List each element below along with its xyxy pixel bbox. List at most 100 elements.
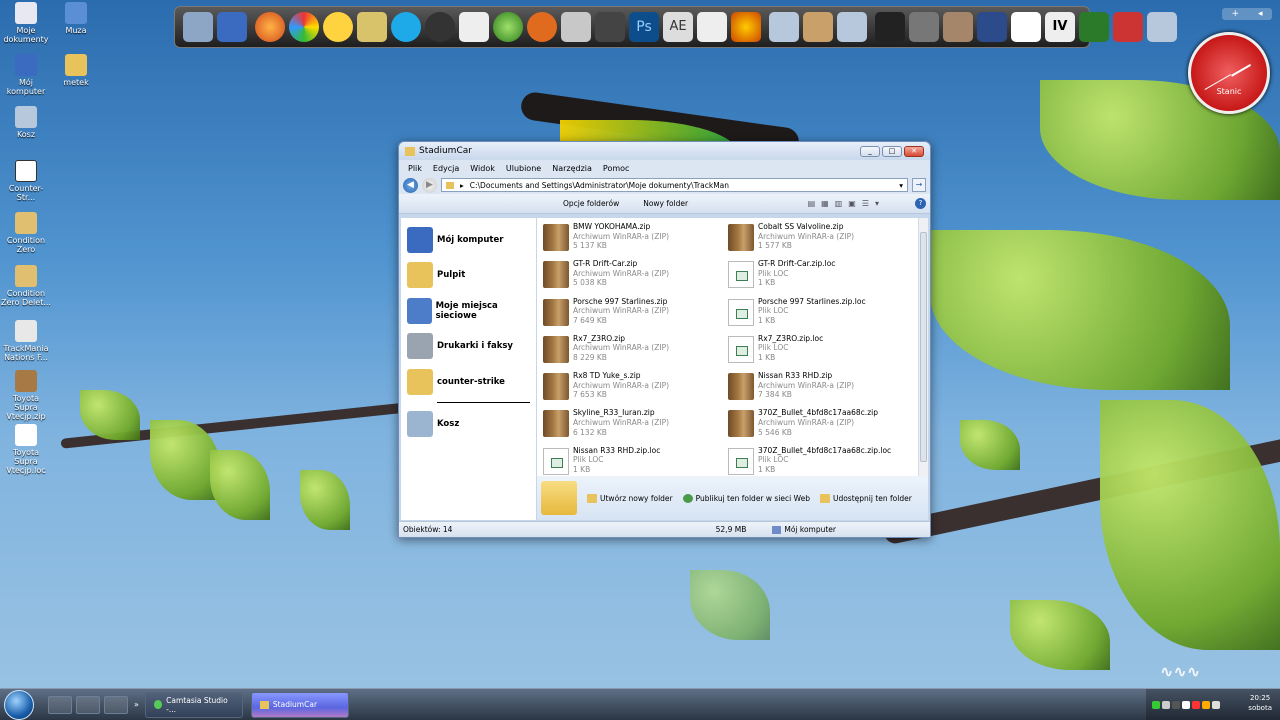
desktop-icon-condition-zero-deleted[interactable]: Condition Zero Delet... <box>0 265 52 307</box>
winrar-icon[interactable] <box>803 12 833 42</box>
file-item[interactable]: Porsche 997 Starlines.zip.loc Plik LOC 1 K… <box>728 297 913 334</box>
paw-icon[interactable] <box>527 12 557 42</box>
skype-icon[interactable] <box>391 12 421 42</box>
chevron-down-icon[interactable]: ▾ <box>899 181 903 190</box>
counter-strike-icon[interactable] <box>977 12 1007 42</box>
search-icon[interactable] <box>357 12 387 42</box>
nav-item-printers[interactable]: Drukarki i faksy <box>401 329 536 365</box>
go-button[interactable]: → <box>912 178 926 192</box>
game-icon[interactable] <box>1113 12 1143 42</box>
desktop-icon-trackmania[interactable]: TrackMania Nations F... <box>0 320 52 362</box>
gta-iv-icon[interactable]: IV <box>1045 12 1075 42</box>
after-effects-icon[interactable]: AE <box>663 12 693 42</box>
file-item[interactable]: 370Z_Bullet_4bfd8c17aa68c.zip Archiwum Wi… <box>728 408 913 445</box>
nfs-icon[interactable] <box>875 12 905 42</box>
view-tiles-icon[interactable]: ☰ <box>862 199 869 208</box>
game-99-icon[interactable] <box>561 12 591 42</box>
file-item[interactable]: Porsche 997 Starlines.zip Archiwum WinRAR… <box>543 297 728 334</box>
desktop-icon-recycle-bin[interactable]: Kosz <box>0 106 52 139</box>
steam-icon[interactable] <box>1172 701 1180 709</box>
game-face-icon[interactable] <box>943 12 973 42</box>
minimize-button[interactable]: _ <box>860 145 880 157</box>
file-item[interactable]: Rx7_Z3RO.zip Archiwum WinRAR-a (ZIP) 8 229… <box>543 334 728 371</box>
network-icon[interactable] <box>323 12 353 42</box>
file-item[interactable]: Rx8 TD Yuke_s.zip Archiwum WinRAR-a (ZIP)… <box>543 371 728 408</box>
view-icons-icon[interactable]: ▤ <box>808 199 816 208</box>
desktop-icon-metek[interactable]: metek <box>50 54 102 87</box>
recycle-bin-icon[interactable] <box>1147 12 1177 42</box>
tray-app-icon[interactable] <box>1202 701 1210 709</box>
nav-item-network[interactable]: Moje miejsca sieciowe <box>401 293 536 329</box>
close-button[interactable]: ✕ <box>904 145 924 157</box>
computer-icon[interactable] <box>217 12 247 42</box>
folder-icon[interactable] <box>183 12 213 42</box>
maximize-button[interactable]: □ <box>882 145 902 157</box>
green-orb-icon[interactable] <box>493 12 523 42</box>
task-new-folder[interactable]: Utwórz nowy folder <box>587 493 673 503</box>
chevron-down-icon[interactable]: ▾ <box>875 199 879 208</box>
xfire-icon[interactable] <box>459 12 489 42</box>
task-publish-web[interactable]: Publikuj ten folder w sieci Web <box>682 493 810 503</box>
clapperboard-icon[interactable] <box>697 12 727 42</box>
folder-icon[interactable] <box>769 12 799 42</box>
view-list-icon[interactable]: ▦ <box>821 199 829 208</box>
desktop-icon-condition-zero[interactable]: Condition Zero <box>0 212 52 254</box>
menu-edit[interactable]: Edycja <box>433 164 459 173</box>
desktop-icon-toyota-zip[interactable]: Toyota Supra Vtecjp.zip <box>0 370 52 421</box>
view-details-icon[interactable]: ▥ <box>835 199 843 208</box>
volume-icon[interactable] <box>1162 701 1170 709</box>
steam-icon[interactable] <box>425 12 455 42</box>
media-icon[interactable] <box>104 695 128 714</box>
vertical-scrollbar[interactable] <box>918 218 928 476</box>
nav-item-desktop[interactable]: Pulpit <box>401 258 536 294</box>
sidebar-controls[interactable]: + ◂ <box>1222 8 1272 20</box>
file-item[interactable]: GT-R Drift-Car.zip.loc Plik LOC 1 KB <box>728 259 913 296</box>
network-icon[interactable] <box>1152 701 1160 709</box>
nav-item-my-computer[interactable]: Mój komputer <box>401 222 536 258</box>
menu-file[interactable]: Plik <box>408 164 422 173</box>
clock-widget[interactable]: Stanic <box>1188 32 1270 114</box>
counter-strike-icon[interactable] <box>1011 12 1041 42</box>
tray-app-icon[interactable] <box>1182 701 1190 709</box>
new-folder-button[interactable]: Nowy folder <box>643 199 688 208</box>
view-thumbnails-icon[interactable]: ▣ <box>848 199 856 208</box>
address-input[interactable]: ▸ C:\Documents and Settings\Administrato… <box>441 178 908 192</box>
firefox-icon[interactable] <box>255 12 285 42</box>
tray-app-icon[interactable] <box>1192 701 1200 709</box>
tray-app-icon[interactable] <box>1212 701 1220 709</box>
firefox-icon[interactable] <box>76 695 100 714</box>
start-button[interactable] <box>4 689 34 720</box>
nav-item-recycle-bin[interactable]: Kosz <box>401 407 536 443</box>
file-item[interactable]: Rx7_Z3RO.zip.loc Plik LOC 1 KB <box>728 334 913 371</box>
file-item[interactable]: Cobalt SS Valvoline.zip Archiwum WinRAR-a… <box>728 222 913 259</box>
taskbar-button-camtasia[interactable]: Camtasia Studio -... <box>144 691 243 718</box>
desktop-icon-my-computer[interactable]: Mój komputer <box>0 54 52 96</box>
photoshop-icon[interactable]: Ps <box>629 12 659 42</box>
clock[interactable]: 20:25 sobota <box>1248 693 1272 713</box>
show-desktop-icon[interactable] <box>48 695 72 714</box>
folder-options-button[interactable]: Opcje folderów <box>563 199 619 208</box>
file-item[interactable]: Nissan R33 RHD.zip Archiwum WinRAR-a (ZIP… <box>728 371 913 408</box>
desktop-icon-documents[interactable]: Moje dokumenty <box>0 2 52 44</box>
gamepad-icon[interactable] <box>595 12 625 42</box>
picasa-icon[interactable] <box>289 12 319 42</box>
file-item[interactable]: BMW YOKOHAMA.zip Archiwum WinRAR-a (ZIP) 5… <box>543 222 728 259</box>
title-bar[interactable]: StadiumCar _ □ ✕ <box>399 142 930 160</box>
task-share-folder[interactable]: Udostępnij ten folder <box>819 493 912 503</box>
forward-button[interactable]: ▶ <box>422 177 437 193</box>
menu-favorites[interactable]: Ulubione <box>506 164 541 173</box>
desktop-icon-toyota-loc[interactable]: Toyota Supra Vtecjp.loc <box>0 424 52 475</box>
folder-icon[interactable] <box>837 12 867 42</box>
gta-4-icon[interactable] <box>1079 12 1109 42</box>
help-icon[interactable]: ? <box>915 198 926 209</box>
game-face-icon[interactable] <box>909 12 939 42</box>
file-item[interactable]: Skyline_R33_Iuran.zip Archiwum WinRAR-a (… <box>543 408 728 445</box>
menu-view[interactable]: Widok <box>470 164 495 173</box>
taskbar-button-stadiumcar[interactable]: StadiumCar <box>250 691 349 718</box>
menu-help[interactable]: Pomoc <box>603 164 630 173</box>
desktop-icon-counter-strike[interactable]: Counter-Str... <box>0 160 52 202</box>
menu-tools[interactable]: Narzędzia <box>552 164 592 173</box>
chevron-right-icon[interactable]: » <box>134 700 139 709</box>
desktop-icon-muza[interactable]: Muza <box>50 2 102 35</box>
nav-item-counter-strike[interactable]: counter-strike <box>401 364 536 400</box>
